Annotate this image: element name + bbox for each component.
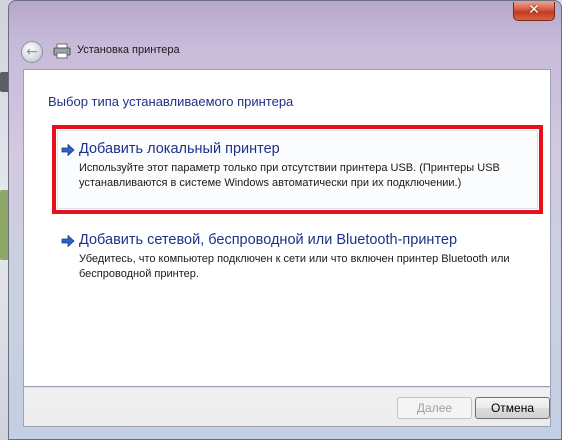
printer-icon [53, 43, 71, 59]
dialog-footer: Далее Отмена [23, 387, 551, 427]
option-label: Добавить локальный принтер [79, 141, 280, 157]
option-add-network-printer[interactable]: Добавить сетевой, беспроводной или Bluet… [61, 232, 541, 292]
content-panel: Выбор типа устанавливаемого принтера Доб… [23, 69, 551, 387]
option-label: Добавить сетевой, беспроводной или Bluet… [79, 232, 458, 248]
close-icon: ✕ [528, 2, 540, 18]
arrow-right-icon [61, 143, 75, 157]
arrow-right-icon [61, 234, 75, 248]
option-description: Используйте этот параметр только при отс… [79, 162, 500, 189]
printer-setup-dialog: ✕ ← Установка принтера Выбор типа устана… [8, 0, 562, 440]
option-description: Убедитесь, что компьютер подключен к сет… [79, 253, 510, 280]
window-title: Установка принтера [77, 44, 180, 56]
close-button[interactable]: ✕ [513, 2, 555, 21]
page-heading: Выбор типа устанавливаемого принтера [48, 94, 294, 109]
back-button[interactable]: ← [21, 41, 43, 63]
next-button[interactable]: Далее [397, 397, 472, 419]
option-add-local-printer[interactable]: Добавить локальный принтер Используйте э… [61, 141, 541, 213]
cancel-button[interactable]: Отмена [475, 397, 550, 419]
arrow-left-icon: ← [26, 44, 38, 60]
